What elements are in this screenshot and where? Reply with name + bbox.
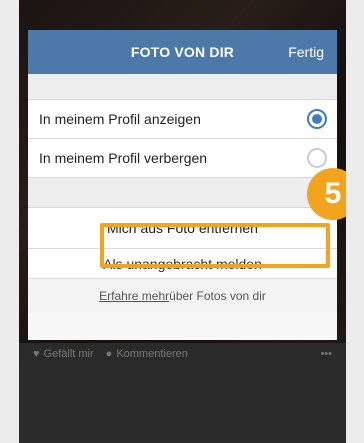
photo-action-bar: ♥ Gefällt mir ● Kommentieren ••• [19,343,346,365]
option-hide-in-profile[interactable]: In meinem Profil verbergen [28,139,337,178]
sheet-title: FOTO VON DIR [130,44,235,60]
option-label: In meinem Profil verbergen [39,150,208,166]
comment-label: Kommentieren [116,348,188,360]
like-action[interactable]: ♥ Gefällt mir [33,348,94,360]
radio-selected-icon[interactable] [307,109,327,129]
footer-text: über Fotos von dir [169,289,266,303]
more-options-icon[interactable]: ••• [320,348,332,360]
tutorial-highlight-box [100,223,330,268]
comment-action[interactable]: ● Kommentieren [106,348,188,360]
radio-unselected-icon[interactable] [307,148,327,168]
option-label: In meinem Profil anzeigen [39,111,201,127]
done-button[interactable]: Fertig [288,44,324,60]
learn-more-link[interactable]: Erfahre mehr [99,289,169,303]
section-spacer [28,178,337,208]
section-spacer [28,74,337,100]
photo-options-sheet: FOTO VON DIR Fertig In meinem Profil anz… [28,30,337,340]
sheet-header: FOTO VON DIR Fertig [28,30,337,74]
lower-background [19,365,346,443]
comment-icon: ● [105,348,113,360]
learn-more-footer: Erfahre mehr über Fotos von dir [28,279,337,313]
option-show-in-profile[interactable]: In meinem Profil anzeigen [28,100,337,139]
phone-screen: ♥ Gefällt mir ● Kommentieren ••• FOTO VO… [19,0,346,443]
like-icon: ♥ [33,348,40,360]
like-label: Gefällt mir [43,348,94,360]
